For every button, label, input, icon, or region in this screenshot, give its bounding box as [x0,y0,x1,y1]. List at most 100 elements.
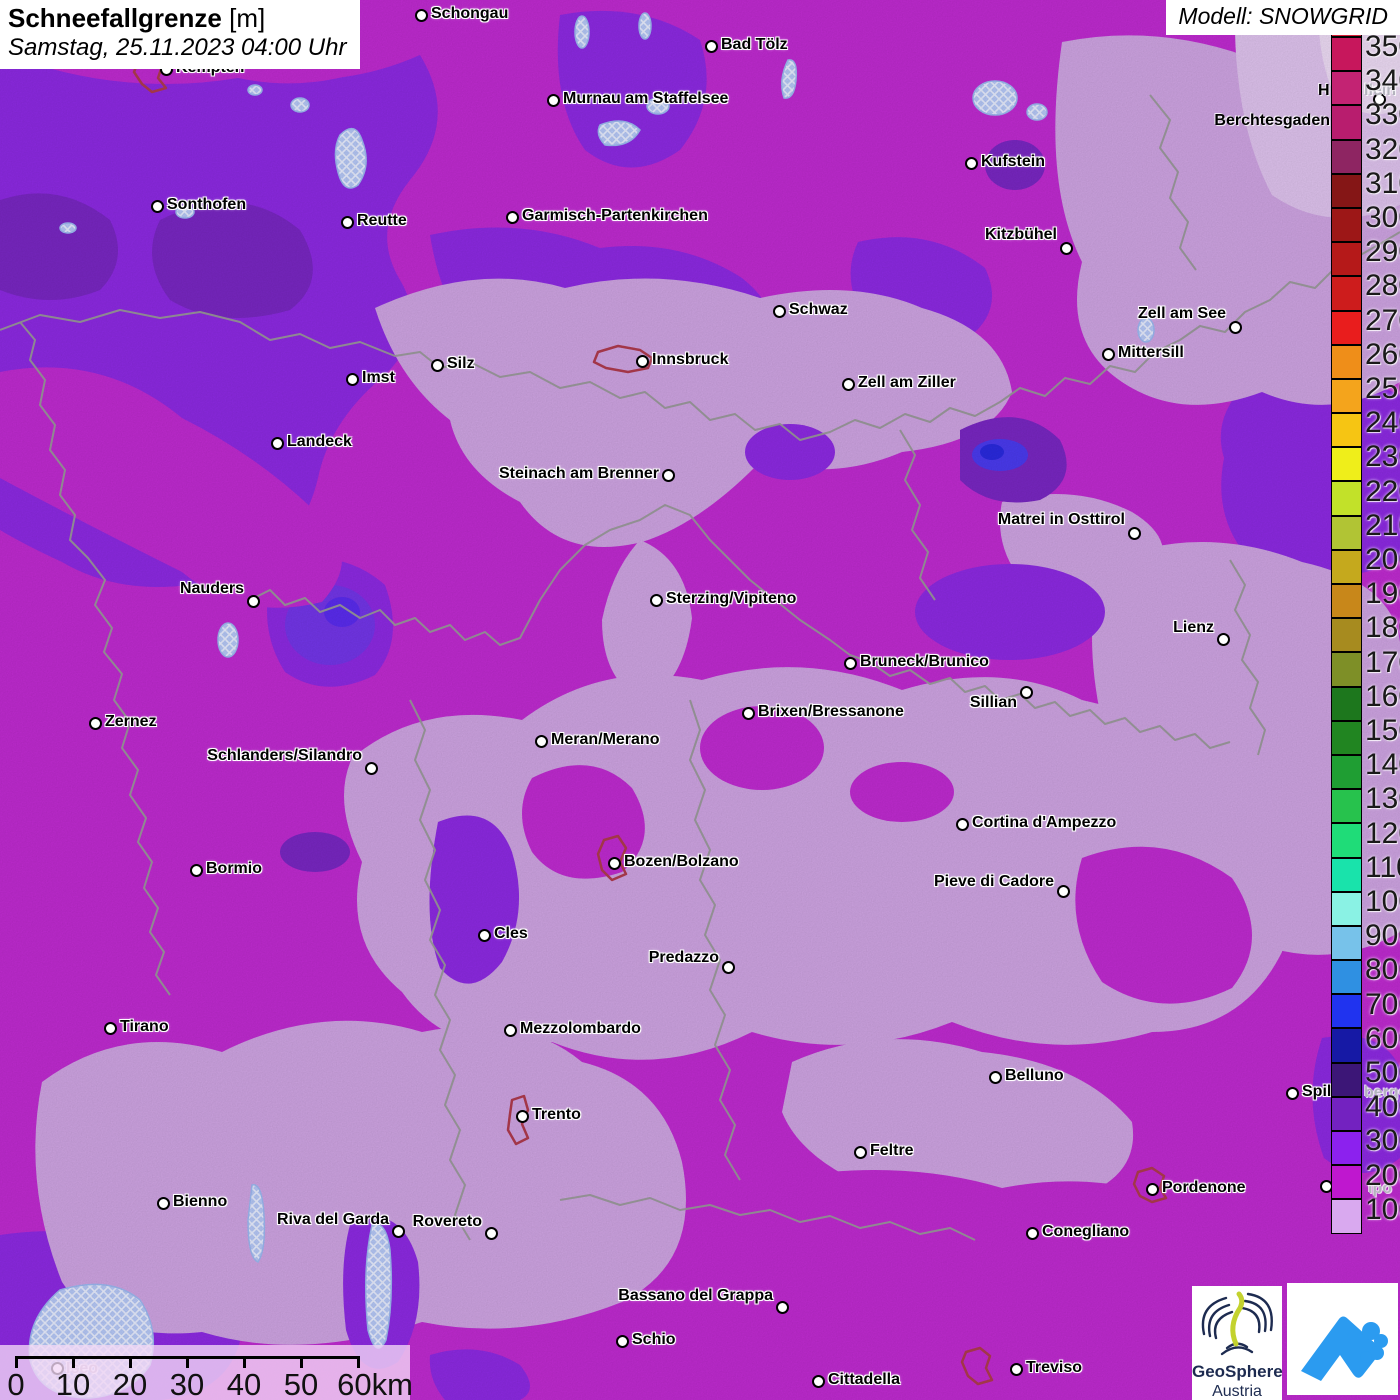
city-marker [88,716,102,730]
scalebar-label: 40 [226,1367,262,1400]
city-label: Schlanders/Silandro [207,747,362,764]
colorbar-cell [1332,377,1361,413]
city-label: Zell am See [1137,305,1226,322]
colorbar-cell [1332,822,1361,857]
city-marker [1056,884,1070,898]
city-label: Landeck [287,433,352,450]
colorbar-cell [1332,138,1361,173]
city-label: Mittersill [1118,344,1184,361]
colorbar-cell [1332,1198,1361,1233]
colorbar-cell [1332,275,1361,310]
colorbar-cell [1332,36,1361,71]
city-marker [649,593,663,607]
city-marker [1127,526,1141,540]
city-label: Pieve di Cadore [933,873,1054,890]
city-marker [1019,685,1033,699]
city-marker [1059,241,1073,255]
scalebar-label: 60km [337,1367,413,1400]
colorbar-cell [1332,788,1361,823]
scalebar-label: 30 [169,1367,205,1400]
city-marker [1228,320,1242,334]
scalebar-label: 50 [283,1367,319,1400]
title-heading: Schneefallgrenze [8,3,222,33]
colorbar-cell [1332,343,1361,378]
colorbar-cell [1332,1061,1361,1096]
city-marker [156,1196,170,1210]
city-label: Pordenone [1162,1179,1246,1196]
city-marker [721,960,735,974]
scalebar-label: 20 [112,1367,148,1400]
colorbar-cell [1332,993,1361,1028]
city-marker [811,1374,825,1388]
colorbar-cell [1332,583,1361,618]
colorbar-cell [1332,685,1361,720]
colorbar-cell [1332,172,1361,207]
scalebar-label: 0 [7,1367,25,1400]
city-label: Tirano [120,1018,169,1035]
city-marker [607,856,621,870]
map-title: Schneefallgrenze [m] [8,3,346,34]
occluded-city-label: llein [1364,82,1397,99]
colorbar-cell [1332,1164,1361,1199]
city-marker [775,1300,789,1314]
city-label: Bormio [206,860,262,877]
city-marker [430,358,444,372]
colorbar-cell [1332,651,1361,686]
city-marker [1216,632,1230,646]
city-label: Bassano del Grappa [618,1287,773,1304]
scalebar-label: 10 [55,1367,91,1400]
city-label: Matrei in Osttirol [997,511,1125,528]
colorbar-cell [1332,1027,1361,1062]
city-marker [988,1070,1002,1084]
colorbar-cell [1332,753,1361,789]
colorbar-cell [1332,104,1361,139]
city-marker [340,215,354,229]
colorbar-cell [1332,719,1361,754]
colorbar-cell [1332,890,1361,925]
city-label: Cles [494,925,528,942]
city-marker [391,1224,405,1238]
city-marker [635,354,649,368]
colorbar-cell [1332,924,1361,960]
model-label: Modell: SNOWGRID [1166,0,1400,35]
geosphere-country: Austria [1212,1382,1262,1400]
city-marker [484,1226,498,1240]
city-marker [103,1021,117,1035]
city-label: Bozen/Bolzano [624,853,739,870]
colorbar-cell [1332,206,1361,242]
colorbar-cell [1332,446,1361,481]
title-box: Schneefallgrenze [m] Samstag, 25.11.2023… [0,0,361,70]
colorbar-cell [1332,241,1361,276]
city-marker [1145,1182,1159,1196]
city-label: Imst [362,369,395,386]
colorbar-cell [1332,1130,1361,1165]
city-marker [704,39,718,53]
city-marker [853,1145,867,1159]
snowfall-limit-map: SchongauBad TölzKemptenMurnau am Staffel… [0,0,1400,1400]
city-marker [270,436,284,450]
city-label: Kufstein [981,153,1045,170]
blue-mountain-icon [1301,1316,1388,1381]
geosphere-wordmark: GeoSphere [1192,1362,1283,1381]
city-marker [1285,1086,1299,1100]
city-label: Schio [632,1331,676,1348]
city-label: Mezzolombardo [520,1020,641,1037]
city-marker [841,377,855,391]
city-marker [503,1023,517,1037]
city-label: Predazzo [648,949,719,966]
city-label: Riva del Garda [276,1211,389,1228]
city-label: Reutte [357,212,407,229]
city-marker [772,304,786,318]
occluded-city-label: H [1318,82,1330,99]
colorbar-cell [1332,309,1361,344]
city-marker [615,1334,629,1348]
colorbar-cell [1332,959,1361,994]
city-label: Zernez [105,713,157,730]
city-marker [546,93,560,107]
city-label: Zell am Ziller [858,374,956,391]
city-marker [477,928,491,942]
city-marker [1101,347,1115,361]
avalanche-logo [1287,1283,1398,1395]
city-marker [955,817,969,831]
colorbar-cell [1332,856,1361,891]
